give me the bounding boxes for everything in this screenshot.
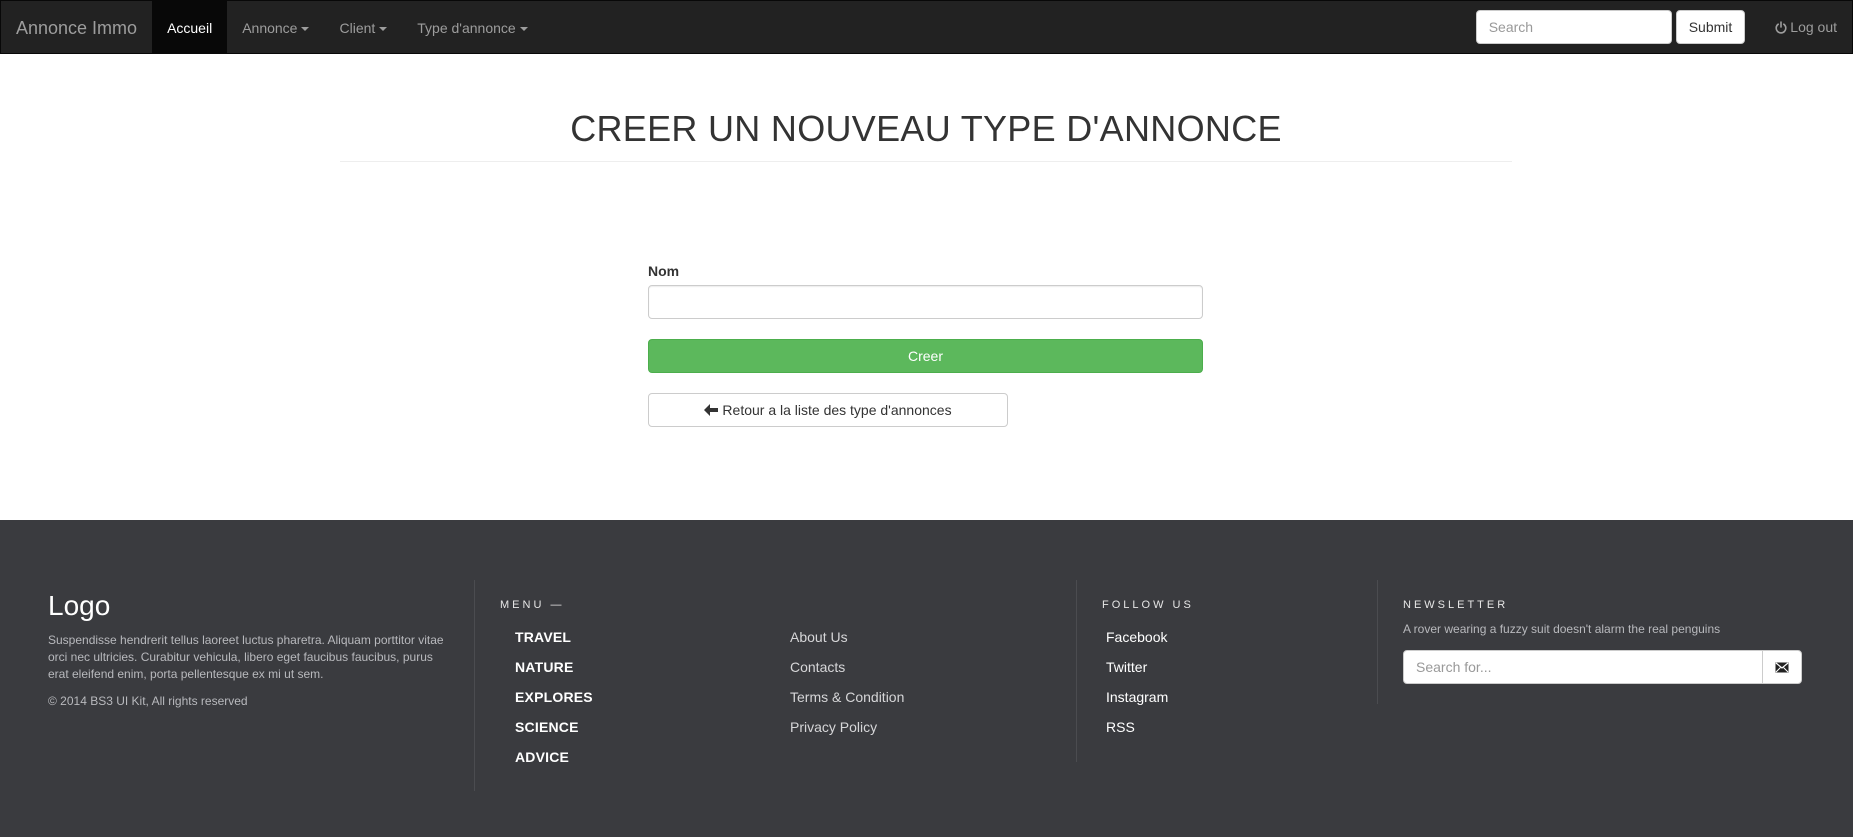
nav-item-type-annonce[interactable]: Type d'annonce — [402, 1, 542, 53]
link-twitter[interactable]: Twitter — [1106, 659, 1147, 675]
link-rss[interactable]: RSS — [1106, 719, 1135, 735]
link-about-us[interactable]: About Us — [790, 629, 848, 645]
create-button[interactable]: Creer — [648, 339, 1203, 373]
nav-item-label: Annonce — [242, 20, 298, 36]
main-nav: Accueil Annonce Client Type d'annonce — [152, 1, 543, 53]
menu-item-nature[interactable]: NATURE — [515, 659, 574, 675]
power-icon — [1775, 20, 1787, 34]
navbar-search-input[interactable] — [1475, 10, 1672, 44]
link-instagram[interactable]: Instagram — [1106, 689, 1168, 705]
nav-item-accueil[interactable]: Accueil — [152, 1, 228, 53]
navbar-right: Submit Log out — [1475, 1, 1852, 53]
footer-about-text: Suspendisse hendrerit tellus laoreet luc… — [48, 633, 444, 681]
nav-item-annonce[interactable]: Annonce — [227, 1, 324, 53]
footer-copyright: © 2014 BS3 UI Kit, All rights reserved — [48, 694, 248, 708]
page-title: CREER UN NOUVEAU TYPE D'ANNONCE — [570, 108, 1282, 149]
footer-divider — [474, 580, 475, 791]
follow-heading: FOLLOW US — [1102, 599, 1194, 611]
logout-label: Log out — [1790, 19, 1837, 35]
arrow-left-icon — [704, 404, 719, 416]
site-footer: Logo Suspendisse hendrerit tellus laoree… — [0, 520, 1853, 837]
navbar-brand[interactable]: Annonce Immo — [1, 1, 152, 53]
footer-divider — [1076, 580, 1077, 762]
nav-item-label: Type d'annonce — [417, 20, 516, 36]
link-facebook[interactable]: Facebook — [1106, 629, 1167, 645]
nav-item-client[interactable]: Client — [324, 1, 402, 53]
back-to-list-button[interactable]: Retour a la liste des type d'annonces — [648, 393, 1008, 427]
newsletter-heading: NEWSLETTER — [1403, 599, 1509, 611]
caret-down-icon — [379, 27, 388, 32]
menu-heading: MENU — — [500, 599, 565, 611]
newsletter-submit-button[interactable] — [1762, 650, 1802, 684]
footer-logo: Logo — [48, 590, 111, 621]
envelope-icon — [1775, 662, 1789, 672]
footer-divider — [1377, 580, 1378, 704]
navbar-submit-button[interactable]: Submit — [1675, 10, 1746, 44]
menu-item-travel[interactable]: TRAVEL — [515, 629, 571, 645]
caret-down-icon — [519, 27, 528, 32]
menu-item-advice[interactable]: ADVICE — [515, 749, 569, 765]
top-navbar: Annonce Immo Accueil Annonce Client Type… — [0, 0, 1853, 54]
title-divider — [340, 161, 1512, 162]
create-type-form: Nom Creer Retour a la liste des type d'a… — [648, 263, 1203, 427]
link-privacy[interactable]: Privacy Policy — [790, 719, 877, 735]
nav-item-label: Client — [339, 20, 376, 36]
link-contacts[interactable]: Contacts — [790, 659, 845, 675]
name-input[interactable] — [648, 285, 1203, 319]
menu-item-science[interactable]: SCIENCE — [515, 719, 579, 735]
menu-item-explores[interactable]: EXPLORES — [515, 689, 593, 705]
name-label: Nom — [648, 263, 680, 279]
logout-link[interactable]: Log out — [1775, 19, 1837, 35]
newsletter-text: A rover wearing a fuzzy suit doesn't ala… — [1403, 622, 1721, 636]
link-terms[interactable]: Terms & Condition — [790, 689, 904, 705]
nav-item-label: Accueil — [167, 20, 213, 36]
newsletter-input[interactable] — [1403, 650, 1763, 684]
caret-down-icon — [301, 27, 310, 32]
back-button-label: Retour a la liste des type d'annonces — [722, 402, 952, 418]
